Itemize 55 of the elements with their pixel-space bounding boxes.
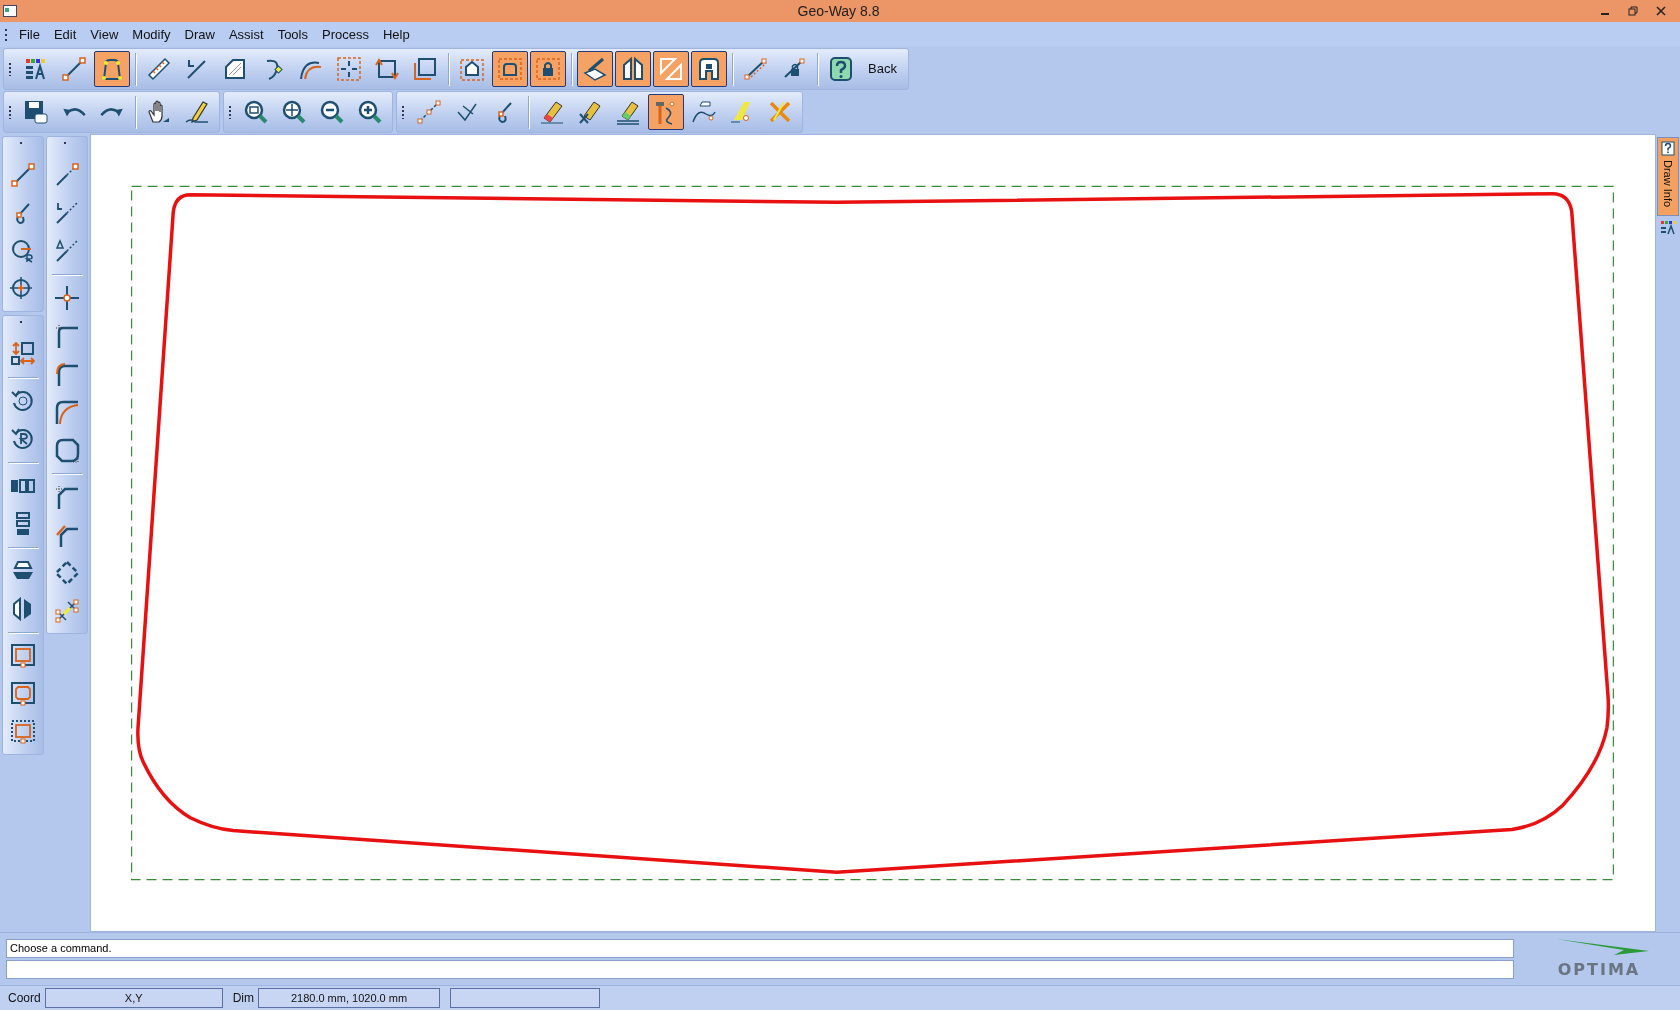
- menu-item[interactable]: Assist: [221, 25, 271, 44]
- tool-button[interactable]: [648, 93, 684, 130]
- tool-button[interactable]: [94, 50, 130, 87]
- coord-field: X,Y: [44, 988, 223, 1008]
- menu-item[interactable]: Tools: [270, 25, 315, 44]
- line-icon: [9, 161, 37, 189]
- tool-button[interactable]: [492, 50, 528, 87]
- close-icon[interactable]: [1656, 6, 1666, 16]
- company-logo: OPTIMA: [1524, 935, 1674, 983]
- toolbar-grip[interactable]: [8, 104, 12, 119]
- fillet-corner-icon: [53, 360, 81, 388]
- app-icon: [3, 5, 17, 17]
- tab-label: Draw Info: [1662, 160, 1674, 208]
- menu-item[interactable]: View: [83, 25, 126, 44]
- undo-icon: [62, 105, 86, 118]
- command-output: Choose a command.: [6, 939, 1514, 958]
- tool-button[interactable]: [577, 50, 613, 87]
- dashed-frame-icon: [9, 718, 37, 746]
- menu-item[interactable]: Modify: [125, 25, 178, 44]
- octagon-frame-icon: [9, 680, 37, 708]
- window-title: Geo-Way 8.8: [796, 3, 881, 19]
- menu-grip[interactable]: [4, 27, 8, 42]
- status-label: Dim: [232, 991, 254, 1005]
- help-icon: [827, 54, 855, 83]
- menu-item[interactable]: File: [12, 25, 47, 44]
- menu-item[interactable]: Process: [315, 25, 376, 44]
- status-label: Coord: [8, 991, 41, 1005]
- radius-corner-icon: [53, 398, 81, 426]
- back-button[interactable]: Back: [861, 50, 904, 87]
- help-icon: [1661, 141, 1675, 156]
- line-icon: [60, 54, 88, 83]
- tool-button[interactable]: [530, 50, 566, 87]
- toolbar-grip[interactable]: [8, 61, 12, 76]
- corner-icon: [53, 322, 81, 350]
- menu-item[interactable]: Edit: [46, 25, 84, 44]
- restore-icon[interactable]: [1628, 6, 1638, 16]
- tool-button[interactable]: [691, 50, 727, 87]
- diamond-icon: [53, 559, 81, 587]
- command-input[interactable]: [6, 960, 1514, 979]
- toolbar-grip[interactable]: [401, 104, 405, 119]
- dimension-field: 2180.0 mm, 1020.0 mm: [258, 988, 440, 1008]
- scale-icon: [9, 340, 37, 368]
- toolbar-grip[interactable]: [228, 104, 232, 119]
- side-tab[interactable]: Draw Info: [1657, 137, 1679, 217]
- menu-item[interactable]: Help: [375, 25, 417, 44]
- tool-button[interactable]: [615, 50, 651, 87]
- menu-item[interactable]: Draw: [177, 25, 222, 44]
- tool-button[interactable]: [653, 50, 689, 87]
- chamfer-corner-icon: [53, 483, 81, 511]
- frame-icon: [9, 642, 37, 670]
- node-chain-icon: [53, 597, 81, 625]
- crosshair-icon: [53, 284, 81, 312]
- dashed-arrows-icon: [335, 54, 363, 83]
- dashed-line-icon: [415, 97, 443, 126]
- redo-icon: [100, 105, 124, 118]
